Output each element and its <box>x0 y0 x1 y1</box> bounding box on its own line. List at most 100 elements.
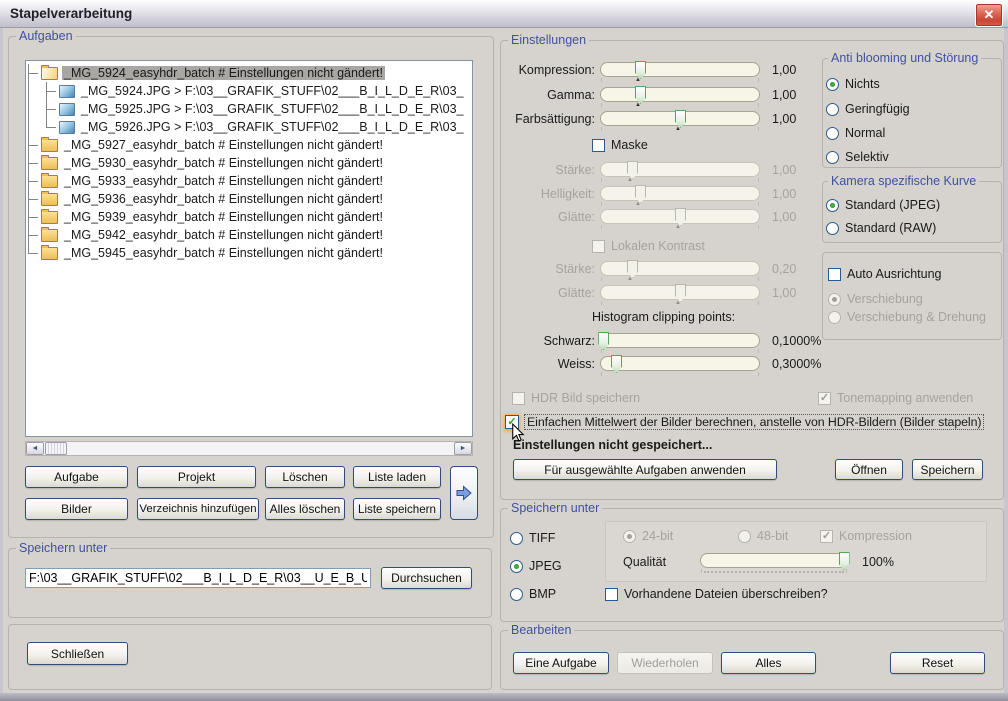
tree-item[interactable]: _MG_5945_easyhdr_batch # Einstellungen n… <box>26 244 472 262</box>
loeschen-button[interactable]: Löschen <box>265 466 345 488</box>
tree-item-label[interactable]: _MG_5930_easyhdr_batch # Einstellungen n… <box>62 156 385 170</box>
overwrite-checkbox-row[interactable]: Vorhandene Dateien überschreiben? <box>605 587 828 601</box>
tree-connector-line <box>28 73 29 253</box>
reset-button[interactable]: Reset <box>890 652 985 674</box>
radio-icon[interactable] <box>826 78 839 91</box>
save-path-input[interactable] <box>25 568 371 588</box>
kompression-slider[interactable]: ▲ <box>600 62 760 77</box>
format-option-jpeg[interactable]: JPEG <box>510 559 562 573</box>
maske-checkbox[interactable] <box>592 139 605 152</box>
projekt-button[interactable]: Projekt <box>137 466 256 488</box>
tree-item-label[interactable]: _MG_5939_easyhdr_batch # Einstellungen n… <box>62 210 385 224</box>
option-label: Verschiebung & Drehung <box>847 310 986 324</box>
lokaler-kontrast-checkbox <box>592 240 605 253</box>
overwrite-checkbox[interactable] <box>605 588 618 601</box>
slider-track[interactable] <box>600 356 760 371</box>
tree-item[interactable]: _MG_5933_easyhdr_batch # Einstellungen n… <box>26 172 472 190</box>
tree-item[interactable]: _MG_5930_easyhdr_batch # Einstellungen n… <box>26 154 472 172</box>
tree-item[interactable]: _MG_5924_easyhdr_batch # Einstellungen n… <box>26 64 472 82</box>
tree-item-label[interactable]: _MG_5927_easyhdr_batch # Einstellungen n… <box>62 138 385 152</box>
tree-item[interactable]: _MG_5924.JPG > F:\03__GRAFIK_STUFF\02___… <box>26 82 472 100</box>
folder-icon <box>41 175 58 188</box>
slider-value: 0,3000% <box>772 357 821 371</box>
format-option-tiff[interactable]: TIFF <box>510 531 555 545</box>
liste-laden-button[interactable]: Liste laden <box>353 466 441 488</box>
tree-elbow <box>28 244 38 254</box>
alles-loeschen-button[interactable]: Alles löschen <box>265 498 345 520</box>
scrollbar-track[interactable] <box>67 442 454 455</box>
window-border-bottom <box>0 693 1008 701</box>
kamera-kurve-label: Kamera spezifische Kurve <box>828 175 979 188</box>
anti-blooming-option-nichts[interactable]: Nichts <box>826 77 880 91</box>
tree-item[interactable]: _MG_5927_easyhdr_batch # Einstellungen n… <box>26 136 472 154</box>
radio-icon[interactable] <box>826 199 839 212</box>
oeffnen-button[interactable]: Öffnen <box>835 459 903 480</box>
auto-ausrichtung-checkbox[interactable] <box>828 268 841 281</box>
mittelwert-checkbox-row[interactable]: ✓ Einfachen Mittelwert der Bilder berech… <box>505 415 983 429</box>
weiss-slider[interactable] <box>600 356 760 371</box>
radio-icon[interactable] <box>510 532 523 545</box>
qualitaet-slider[interactable] <box>700 553 848 568</box>
farbsaettigung-slider[interactable]: ▲ <box>600 111 760 126</box>
gamma-slider[interactable]: ▲ <box>600 87 760 102</box>
apply-selected-tasks-button[interactable]: Für ausgewählte Aufgaben anwenden <box>513 459 777 480</box>
schliessen-button[interactable]: Schließen <box>27 642 128 665</box>
auto-ausrichtung-checkbox-row[interactable]: Auto Ausrichtung <box>828 267 942 281</box>
maske-checkbox-row[interactable]: Maske <box>592 138 648 152</box>
radio-icon[interactable] <box>826 127 839 140</box>
kurve-option-raw[interactable]: Standard (RAW) <box>826 221 936 235</box>
verzeichnis-hinzufuegen-button[interactable]: Verzeichnis hinzufügen <box>137 498 259 520</box>
aufgabe-button[interactable]: Aufgabe <box>25 466 128 488</box>
slider-track[interactable] <box>600 62 760 77</box>
kurve-option-jpeg[interactable]: Standard (JPEG) <box>826 198 940 212</box>
tree-item-label[interactable]: _MG_5942_easyhdr_batch # Einstellungen n… <box>62 228 385 242</box>
slider-track[interactable] <box>600 87 760 102</box>
tree-item-label[interactable]: _MG_5924_easyhdr_batch # Einstellungen n… <box>62 66 385 80</box>
transfer-arrow-button[interactable] <box>450 466 478 520</box>
mittelwert-label[interactable]: Einfachen Mittelwert der Bilder berechne… <box>525 415 983 429</box>
tree-item[interactable]: _MG_5925.JPG > F:\03__GRAFIK_STUFF\02___… <box>26 100 472 118</box>
scroll-right-button[interactable]: ► <box>454 442 472 455</box>
bilder-button[interactable]: Bilder <box>25 498 128 520</box>
slider-track[interactable] <box>600 333 760 348</box>
tree-item[interactable]: _MG_5926.JPG > F:\03__GRAFIK_STUFF\02___… <box>26 118 472 136</box>
tree-item[interactable]: _MG_5936_easyhdr_batch # Einstellungen n… <box>26 190 472 208</box>
scrollbar-thumb[interactable] <box>45 442 67 455</box>
durchsuchen-button[interactable]: Durchsuchen <box>381 567 472 589</box>
liste-speichern-button[interactable]: Liste speichern <box>353 498 441 520</box>
hdr-speichern-label: HDR Bild speichern <box>531 391 640 405</box>
radio-icon[interactable] <box>826 151 839 164</box>
slider-track[interactable] <box>700 553 848 568</box>
speichern-button[interactable]: Speichern <box>912 459 983 480</box>
schwarz-slider[interactable] <box>600 333 760 348</box>
alles-button[interactable]: Alles <box>721 652 816 674</box>
close-button[interactable]: ✕ <box>975 3 1003 27</box>
radio-icon[interactable] <box>510 560 523 573</box>
anti-blooming-option-geringfuegig[interactable]: Geringfügig <box>826 102 910 116</box>
tonemapping-label: Tonemapping anwenden <box>837 391 973 405</box>
tree-item-label[interactable]: _MG_5945_easyhdr_batch # Einstellungen n… <box>62 246 385 260</box>
tree-horizontal-scrollbar[interactable]: ◄ ► <box>25 441 473 456</box>
scroll-right-icon: ► <box>460 445 467 452</box>
radio-icon[interactable] <box>826 222 839 235</box>
task-tree[interactable]: _MG_5924_easyhdr_batch # Einstellungen n… <box>25 60 473 437</box>
radio-icon[interactable] <box>826 103 839 116</box>
maske-glaette-slider-row: Glätte: ▲ 1,00 <box>505 209 796 224</box>
anti-blooming-option-selektiv[interactable]: Selektiv <box>826 150 889 164</box>
check-icon: ✓ <box>822 531 831 542</box>
slider-label: Schwarz: <box>505 334 595 348</box>
image-icon <box>59 85 75 98</box>
radio-icon[interactable] <box>510 588 523 601</box>
tree-item-label[interactable]: _MG_5936_easyhdr_batch # Einstellungen n… <box>62 192 385 206</box>
tree-item-label[interactable]: _MG_5924.JPG > F:\03__GRAFIK_STUFF\02___… <box>79 84 466 98</box>
radio-icon <box>623 530 636 543</box>
eine-aufgabe-button[interactable]: Eine Aufgabe <box>513 652 609 674</box>
tree-item-label[interactable]: _MG_5926.JPG > F:\03__GRAFIK_STUFF\02___… <box>79 120 466 134</box>
format-option-bmp[interactable]: BMP <box>510 587 556 601</box>
tree-item[interactable]: _MG_5939_easyhdr_batch # Einstellungen n… <box>26 208 472 226</box>
scroll-left-button[interactable]: ◄ <box>26 442 44 455</box>
tree-item-label[interactable]: _MG_5925.JPG > F:\03__GRAFIK_STUFF\02___… <box>79 102 466 116</box>
anti-blooming-option-normal[interactable]: Normal <box>826 126 885 140</box>
tree-item-label[interactable]: _MG_5933_easyhdr_batch # Einstellungen n… <box>62 174 385 188</box>
tree-item[interactable]: _MG_5942_easyhdr_batch # Einstellungen n… <box>26 226 472 244</box>
